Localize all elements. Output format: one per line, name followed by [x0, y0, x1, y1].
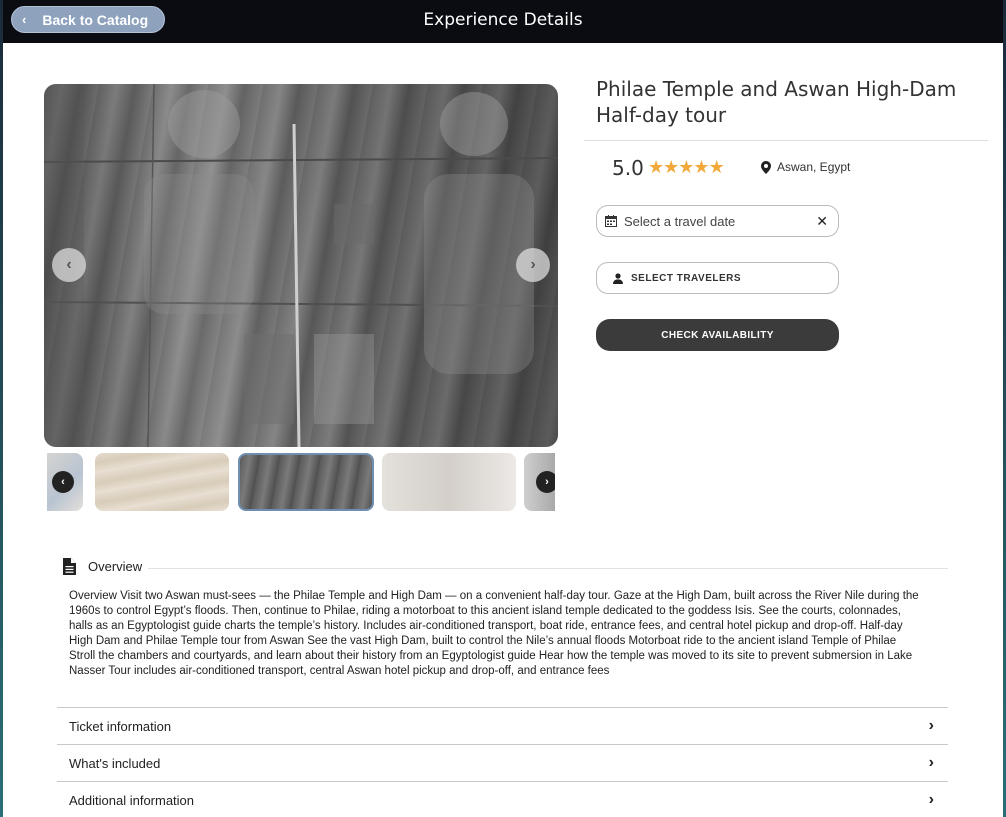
star-icon: ★: [663, 157, 679, 177]
gallery-next-button[interactable]: ›: [516, 248, 550, 282]
select-travelers-label: SELECT TRAVELERS: [631, 272, 742, 284]
location-text: Aswan, Egypt: [777, 160, 851, 174]
travel-date-placeholder: Select a travel date: [624, 213, 736, 229]
star-icon: ★: [693, 157, 709, 177]
divider: [584, 140, 988, 141]
whats-included-accordion[interactable]: What's included ›: [57, 744, 948, 781]
overview-text: Overview Visit two Aswan must-sees — the…: [69, 590, 919, 677]
accordion-label: Additional information: [69, 792, 195, 808]
travel-date-input[interactable]: Select a travel date ✕: [596, 205, 839, 237]
accordion-label: What's included: [69, 755, 161, 771]
thumbnail-next-button[interactable]: ›: [536, 471, 555, 493]
star-icon: ★: [678, 157, 694, 177]
experience-title: Philae Temple and Aswan High-Dam Half-da…: [596, 77, 957, 127]
page-title: Experience Details: [423, 10, 583, 30]
rating-stars: ★★★★★: [648, 157, 725, 178]
gallery-prev-button[interactable]: ‹: [52, 248, 86, 282]
main-gallery-image: ‹ ›: [44, 84, 558, 447]
select-travelers-button[interactable]: SELECT TRAVELERS: [596, 262, 839, 294]
temple-relief-image: [44, 84, 558, 447]
star-icon: ★: [708, 157, 725, 177]
overview-heading: Overview: [88, 559, 143, 574]
main-window: ‹ Back to Catalog Experience Details ‹ ›: [3, 0, 1003, 817]
calendar-icon: [605, 215, 617, 227]
thumbnail-4[interactable]: [382, 453, 516, 511]
close-icon[interactable]: ✕: [816, 213, 828, 230]
chevron-right-icon: ›: [928, 754, 934, 771]
accordion-label: Ticket information: [69, 718, 172, 734]
map-pin-icon: [761, 160, 771, 174]
user-icon: [613, 272, 623, 284]
thumbnail-3-selected[interactable]: [238, 453, 374, 511]
chevron-right-icon: ›: [928, 717, 934, 734]
thumbnail-strip: ‹ ›: [47, 453, 555, 511]
additional-information-accordion[interactable]: Additional information ›: [57, 781, 948, 817]
overview-header: Overview: [63, 558, 142, 575]
app-frame: ‹ Back to Catalog Experience Details ‹ ›: [0, 0, 1006, 817]
check-availability-button[interactable]: CHECK AVAILABILITY: [596, 319, 839, 351]
ticket-information-accordion[interactable]: Ticket information ›: [57, 707, 948, 744]
thumbnail-prev-button[interactable]: ‹: [52, 471, 74, 493]
top-bar: ‹ Back to Catalog Experience Details: [3, 0, 1003, 43]
star-icon: ★: [648, 157, 664, 177]
location: Aswan, Egypt: [761, 160, 850, 174]
chevron-right-icon: ›: [928, 791, 934, 808]
document-icon: [63, 558, 76, 575]
thumbnail-2[interactable]: [95, 453, 229, 511]
rating-value: 5.0: [612, 156, 644, 180]
overview-divider: [148, 568, 948, 569]
